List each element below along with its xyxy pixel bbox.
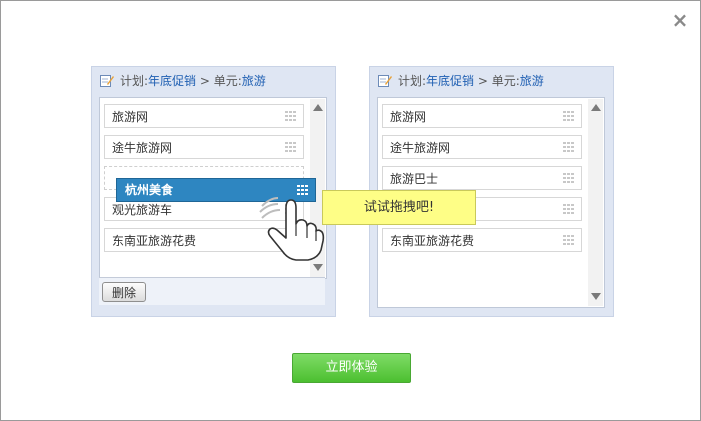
list-item[interactable]: 旅游网 [104, 104, 304, 128]
unit-name-link[interactable]: 旅游 [242, 74, 266, 88]
drag-grip-icon[interactable] [563, 173, 575, 183]
left-panel-footer: 删除 [99, 277, 325, 305]
unit-label: 单元: [213, 74, 242, 88]
list-item-label: 东南亚旅游花费 [390, 234, 475, 248]
list-item-label: 旅游网 [390, 110, 427, 124]
right-scrollbar[interactable] [588, 99, 603, 306]
list-item-label: 观光旅游车 [112, 203, 173, 217]
list-item[interactable]: 旅游巴士 [382, 166, 582, 190]
scroll-down-icon[interactable] [591, 293, 601, 300]
drag-grip-icon[interactable] [285, 111, 297, 121]
scroll-up-icon[interactable] [313, 104, 323, 111]
list-item-label: 途牛旅游网 [112, 141, 173, 155]
guide-dialog: × 计划:年底促销 > 单元:旅游 旅游网 途牛旅游网 观光旅游车 东南亚旅游花… [0, 0, 701, 421]
list-item-label: 途牛旅游网 [390, 141, 451, 155]
drag-grip-icon[interactable] [563, 142, 575, 152]
plan-name-link[interactable]: 年底促销 [426, 74, 474, 88]
list-item[interactable]: 途牛旅游网 [382, 135, 582, 159]
scroll-up-icon[interactable] [591, 104, 601, 111]
drag-grip-icon[interactable] [285, 142, 297, 152]
list-item-label: 东南亚旅游花费 [112, 234, 197, 248]
list-item[interactable]: 旅游网 [382, 104, 582, 128]
right-panel-header: 计划:年底促销 > 单元:旅游 [378, 73, 544, 89]
try-now-button[interactable]: 立即体验 [292, 353, 411, 383]
unit-label: 单元: [491, 74, 520, 88]
drag-grip-icon[interactable] [563, 235, 575, 245]
header-separator: > [196, 74, 214, 88]
plan-name-link[interactable]: 年底促销 [148, 74, 196, 88]
drag-grip-icon[interactable] [563, 111, 575, 121]
list-item-label: 旅游巴士 [390, 172, 439, 186]
left-panel-header: 计划:年底促销 > 单元:旅游 [100, 73, 266, 89]
hand-cursor-icon [259, 197, 325, 261]
close-icon[interactable]: × [671, 10, 689, 30]
header-separator: > [474, 74, 492, 88]
edit-note-icon [100, 74, 114, 87]
plan-label: 计划: [398, 74, 427, 88]
list-item-label: 旅游网 [112, 110, 149, 124]
scroll-down-icon[interactable] [313, 264, 323, 271]
list-item[interactable]: 途牛旅游网 [104, 135, 304, 159]
drag-hint-tooltip: 试试拖拽吧! [322, 190, 476, 225]
plan-label: 计划: [120, 74, 149, 88]
dragging-item-label: 杭州美食 [125, 183, 174, 197]
list-item[interactable]: 东南亚旅游花费 [382, 228, 582, 252]
delete-button[interactable]: 删除 [102, 282, 146, 302]
drag-grip-icon[interactable] [563, 204, 575, 214]
unit-name-link[interactable]: 旅游 [520, 74, 544, 88]
edit-note-icon [378, 74, 392, 87]
